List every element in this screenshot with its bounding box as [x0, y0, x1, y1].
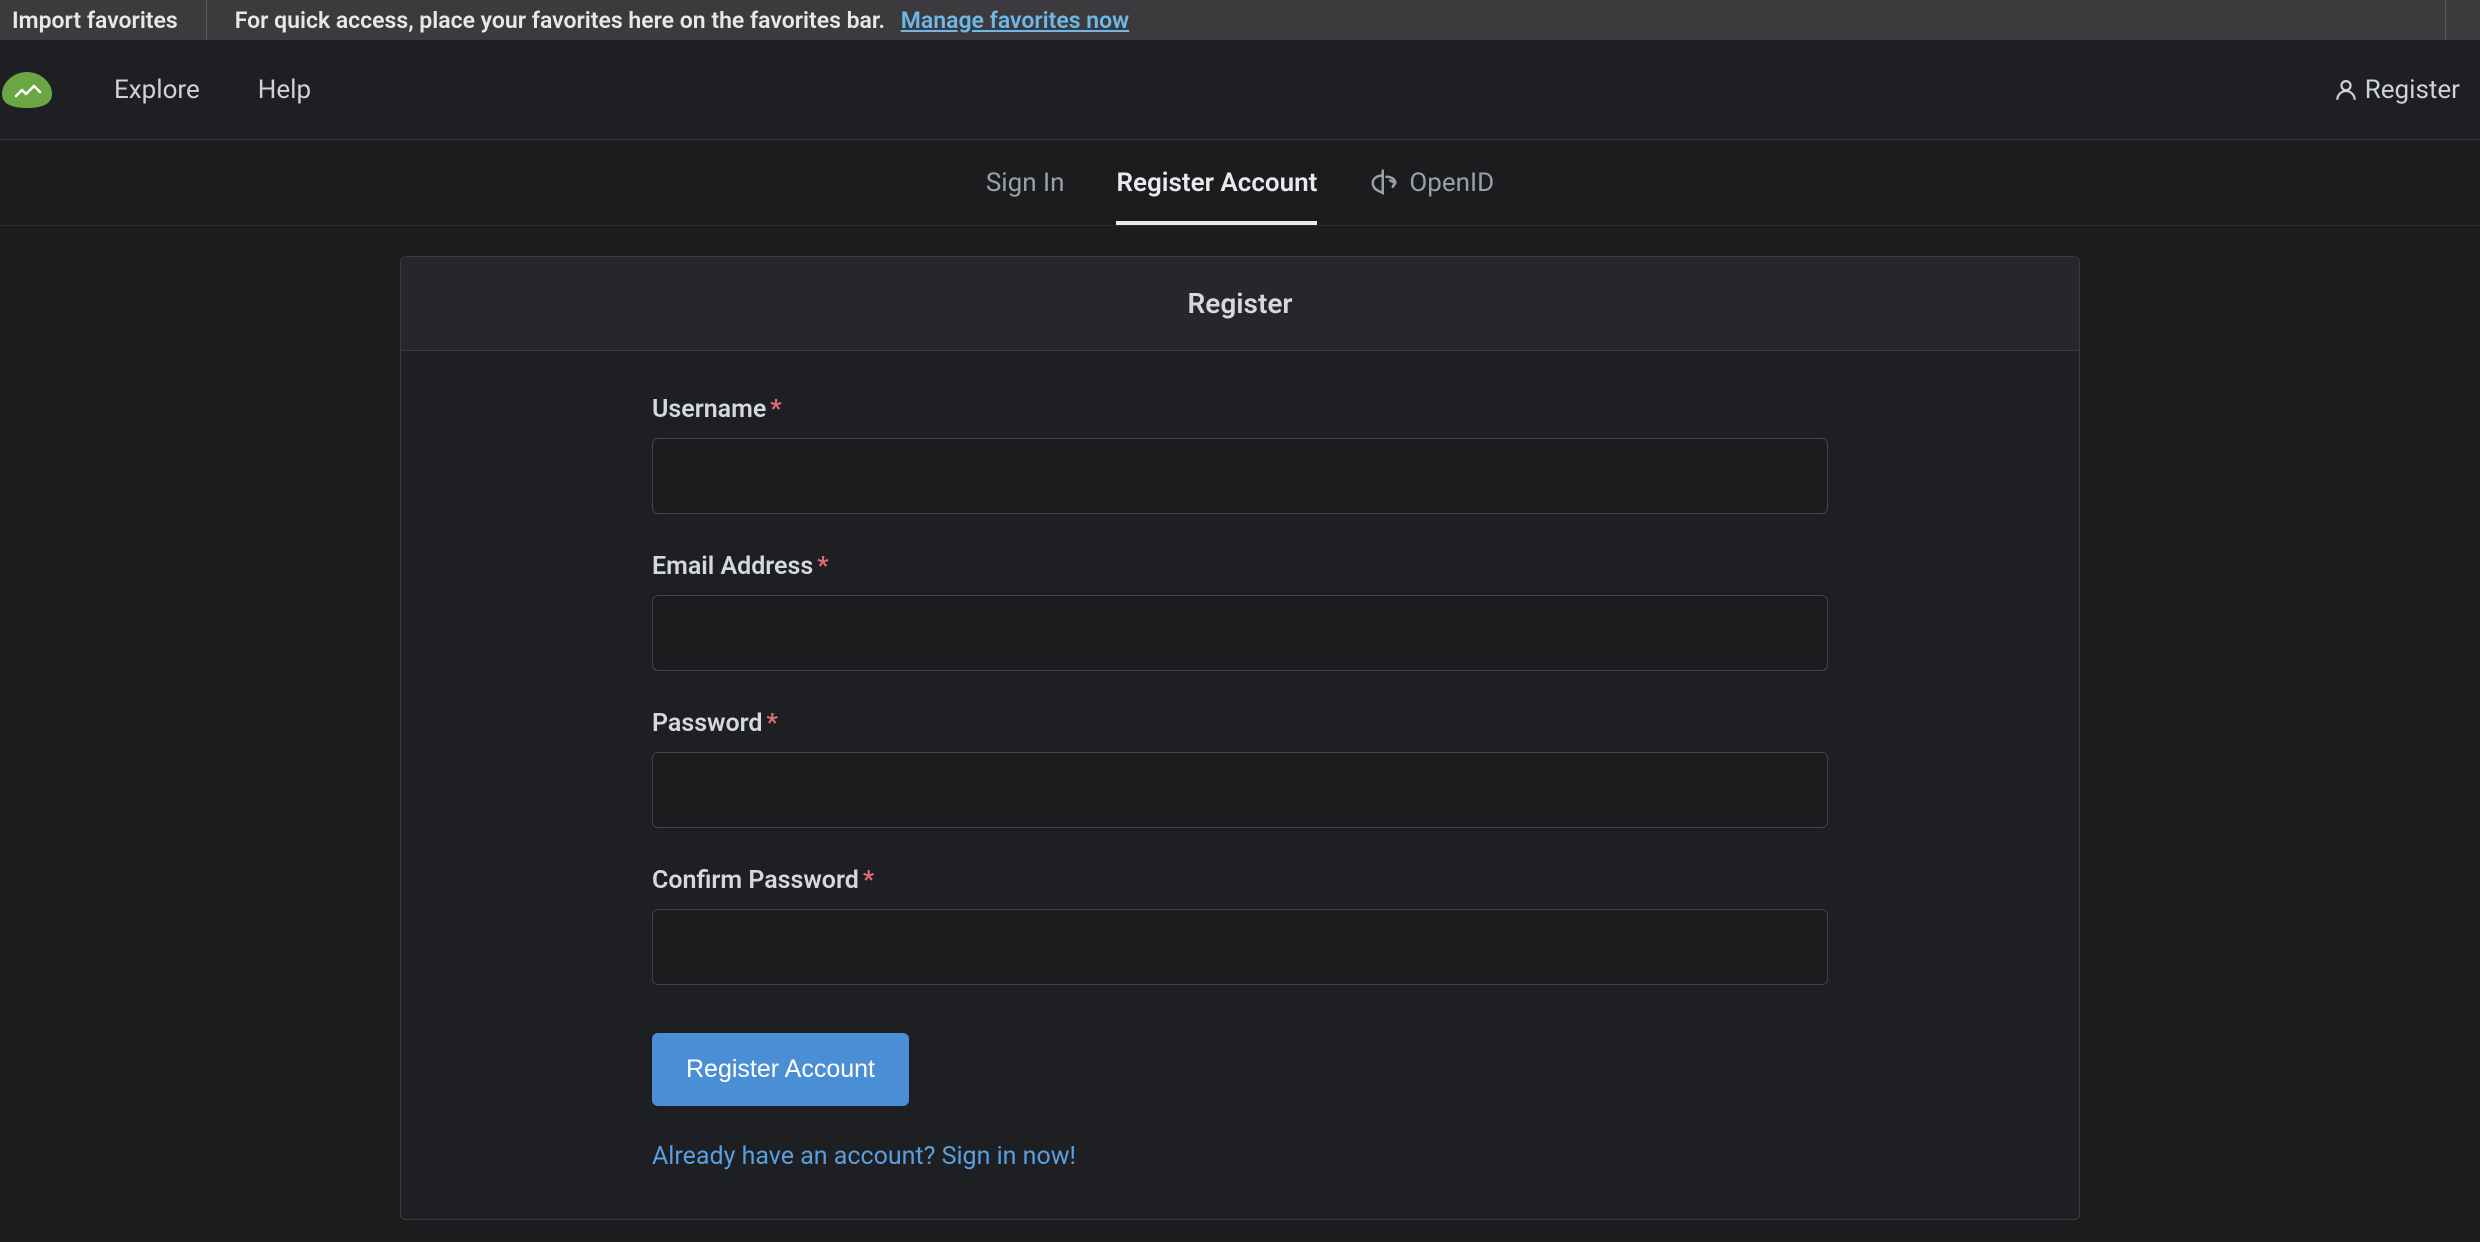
- sign-in-now-link[interactable]: Already have an account? Sign in now!: [652, 1142, 1828, 1171]
- tab-openid[interactable]: OpenID: [1369, 140, 1494, 225]
- email-label-text: Email Address: [652, 552, 813, 581]
- tab-openid-label: OpenID: [1409, 168, 1494, 198]
- browser-favorites-bar: Import favorites For quick access, place…: [0, 0, 2480, 40]
- user-icon: [2333, 77, 2359, 103]
- required-marker: *: [863, 866, 874, 895]
- email-input[interactable]: [652, 595, 1828, 671]
- required-marker: *: [770, 395, 781, 424]
- register-card: Register Username* Email Address* Passwo…: [400, 256, 2080, 1220]
- nav-register-label: Register: [2365, 75, 2460, 105]
- password-label-text: Password: [652, 709, 763, 738]
- field-username: Username*: [652, 395, 1828, 514]
- favorites-hint-text: For quick access, place your favorites h…: [207, 7, 1129, 34]
- field-confirm-password: Confirm Password*: [652, 866, 1828, 985]
- username-input[interactable]: [652, 438, 1828, 514]
- site-logo-icon[interactable]: [0, 70, 54, 110]
- field-password: Password*: [652, 709, 1828, 828]
- auth-tabs: Sign In Register Account OpenID: [0, 140, 2480, 226]
- import-favorites-button[interactable]: Import favorites: [12, 0, 207, 40]
- favbar-divider: [2445, 0, 2446, 40]
- nav-explore-link[interactable]: Explore: [114, 75, 200, 105]
- tab-register-account[interactable]: Register Account: [1116, 140, 1317, 225]
- register-form: Username* Email Address* Password* Confi…: [652, 395, 1828, 1171]
- manage-favorites-link[interactable]: Manage favorites now: [901, 7, 1129, 34]
- username-label: Username*: [652, 395, 1828, 424]
- password-input[interactable]: [652, 752, 1828, 828]
- nav-help-link[interactable]: Help: [258, 75, 311, 105]
- confirm-password-label-text: Confirm Password: [652, 866, 859, 895]
- field-email: Email Address*: [652, 552, 1828, 671]
- nav-links: Explore Help: [114, 75, 311, 105]
- register-card-body: Username* Email Address* Password* Confi…: [401, 351, 2079, 1219]
- required-marker: *: [767, 709, 778, 738]
- register-submit-button[interactable]: Register Account: [652, 1033, 909, 1106]
- required-marker: *: [817, 552, 828, 581]
- password-label: Password*: [652, 709, 1828, 738]
- username-label-text: Username: [652, 395, 766, 424]
- nav-register-link[interactable]: Register: [2333, 75, 2460, 105]
- tab-sign-in[interactable]: Sign In: [986, 140, 1065, 225]
- confirm-password-label: Confirm Password*: [652, 866, 1828, 895]
- site-top-nav: Explore Help Register: [0, 40, 2480, 140]
- openid-icon: [1369, 168, 1399, 198]
- email-label: Email Address*: [652, 552, 1828, 581]
- confirm-password-input[interactable]: [652, 909, 1828, 985]
- favorites-hint-label: For quick access, place your favorites h…: [235, 7, 885, 34]
- register-card-title: Register: [401, 257, 2079, 351]
